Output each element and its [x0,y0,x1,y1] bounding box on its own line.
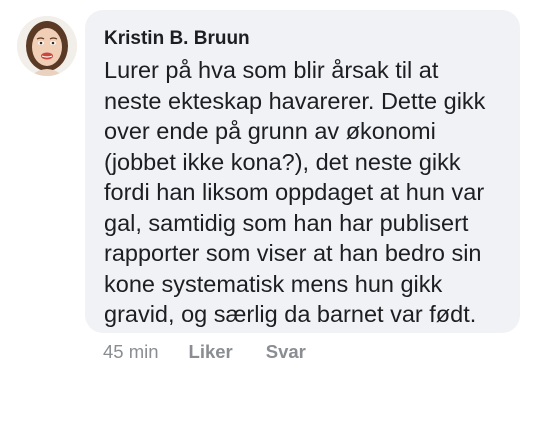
like-button[interactable]: Liker [189,341,233,363]
avatar-photo [17,16,77,76]
comment-line: fordi han liksom oppdaget at hun var [104,179,485,205]
comment-line: gravid, og særlig da barnet var født. [104,301,477,327]
comment-line: over ende på grunn av økonomi [104,118,436,144]
comment-line: (jobbet ikke kona?), det neste gikk [104,148,461,175]
comment-author[interactable]: Kristin B. Bruun [104,28,506,50]
comment: Kristin B. Bruun Lurer på hva som blir å… [0,0,536,441]
reply-button[interactable]: Svar [266,341,306,363]
comment-line: gal, samtidig som han har publisert [104,209,469,236]
comment-line: Lurer på hva som blir årsak til at [104,57,439,83]
comment-actions: 45 min Liker Svar [103,341,306,363]
comment-line: kone systematisk mens hun gikk [104,270,443,297]
avatar[interactable] [17,16,77,76]
comment-line: neste ekteskap havarerer. Dette gikk [104,87,486,114]
comment-line: rapporter som viser at han bedro sin [104,240,482,266]
comment-timestamp[interactable]: 45 min [103,341,159,363]
comment-text: Lurer på hva som blir årsak til at neste… [104,55,506,330]
comment-bubble: Kristin B. Bruun Lurer på hva som blir å… [85,10,520,333]
